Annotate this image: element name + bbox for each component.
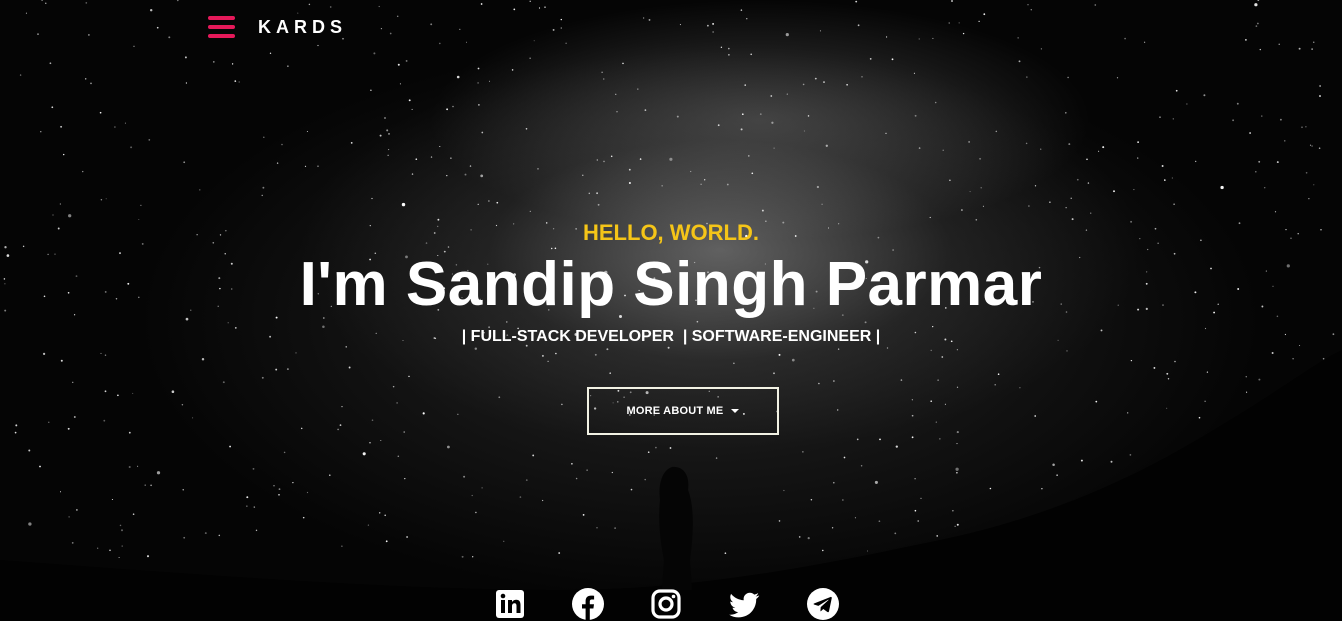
site-logo[interactable]: KARDS <box>258 17 347 38</box>
hero-greeting: HELLO, WORLD. <box>583 220 759 245</box>
hero-heading: I'm Sandip Singh Parmar <box>299 250 1043 319</box>
more-about-me-button[interactable]: MORE ABOUT ME <box>587 387 779 435</box>
hero-roles: | FULL-STACK DEVELOPER | SOFTWARE-ENGINE… <box>461 328 881 345</box>
caret-down-icon <box>731 409 740 413</box>
facebook-icon[interactable] <box>571 587 605 621</box>
instagram-icon[interactable] <box>649 587 683 621</box>
twitter-icon[interactable] <box>727 587 761 621</box>
telegram-icon[interactable] <box>806 587 840 621</box>
more-about-me-label: MORE ABOUT ME <box>626 405 724 417</box>
person-silhouette <box>659 466 693 590</box>
hamburger-menu-icon[interactable] <box>208 15 235 39</box>
linkedin-icon[interactable] <box>493 587 527 621</box>
